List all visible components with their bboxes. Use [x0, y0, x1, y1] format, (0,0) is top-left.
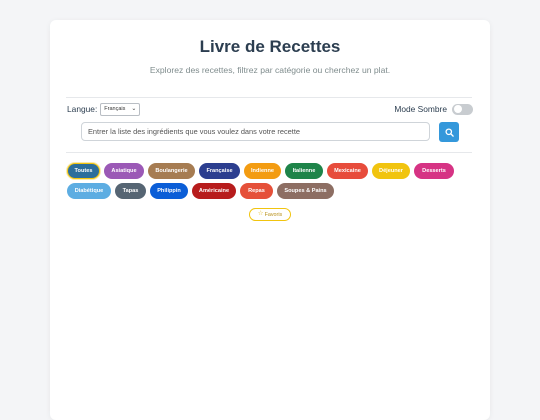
- chevron-down-icon: ⌄: [131, 105, 137, 112]
- recipe-card: Livre de Recettes Explorez des recettes,…: [50, 20, 490, 420]
- dark-mode-label: Mode Sombre: [394, 104, 447, 114]
- divider-top: [66, 97, 472, 98]
- category-chip-toutes[interactable]: Toutes: [67, 163, 100, 179]
- category-chip-am-ricaine[interactable]: Américaine: [192, 183, 236, 199]
- toggle-knob: [453, 105, 462, 113]
- search-icon: [444, 127, 454, 137]
- language-label: Langue:: [67, 104, 98, 114]
- category-chip-indienne[interactable]: Indienne: [244, 163, 281, 179]
- category-chip-d-jeuner[interactable]: Déjeuner: [372, 163, 410, 179]
- star-icon: ☆: [257, 210, 264, 218]
- dark-mode-toggle[interactable]: [452, 103, 473, 115]
- search-placeholder: Entrer la liste des ingrédients que vous…: [88, 127, 300, 136]
- search-button[interactable]: [439, 122, 459, 142]
- category-chip-fran-aise[interactable]: Française: [199, 163, 240, 179]
- category-chip-philippin[interactable]: Philippin: [150, 183, 188, 199]
- favorites-label: Favoris: [264, 211, 283, 218]
- page-subtitle: Explorez des recettes, filtrez par catég…: [149, 65, 391, 75]
- category-chip-soupes-pains[interactable]: Soupes & Pains: [277, 183, 334, 199]
- page-title: Livre de Recettes: [199, 37, 341, 56]
- category-chip-boulangerie[interactable]: Boulangerie: [148, 163, 195, 179]
- language-selected-value: Français: [104, 105, 126, 112]
- divider-middle: [66, 152, 472, 153]
- ingredient-search-input[interactable]: Entrer la liste des ingrédients que vous…: [81, 122, 430, 141]
- category-chip-tapas[interactable]: Tapas: [115, 183, 146, 199]
- category-chip-repas[interactable]: Repas: [240, 183, 273, 199]
- category-chip-diab-tique[interactable]: Diabétique: [67, 183, 111, 199]
- favorites-button[interactable]: ☆ Favoris: [249, 208, 291, 221]
- category-chip-italienne[interactable]: Italienne: [285, 163, 323, 179]
- category-chip-asiatique[interactable]: Asiatique: [104, 163, 144, 179]
- category-chip-desserts[interactable]: Desserts: [414, 163, 454, 179]
- dark-mode-row: Mode Sombre: [394, 103, 473, 115]
- language-row: Langue: Français ⌄: [67, 102, 141, 116]
- category-chip-mexicaine[interactable]: Mexicaine: [327, 163, 368, 179]
- language-select[interactable]: Français ⌄: [100, 102, 141, 116]
